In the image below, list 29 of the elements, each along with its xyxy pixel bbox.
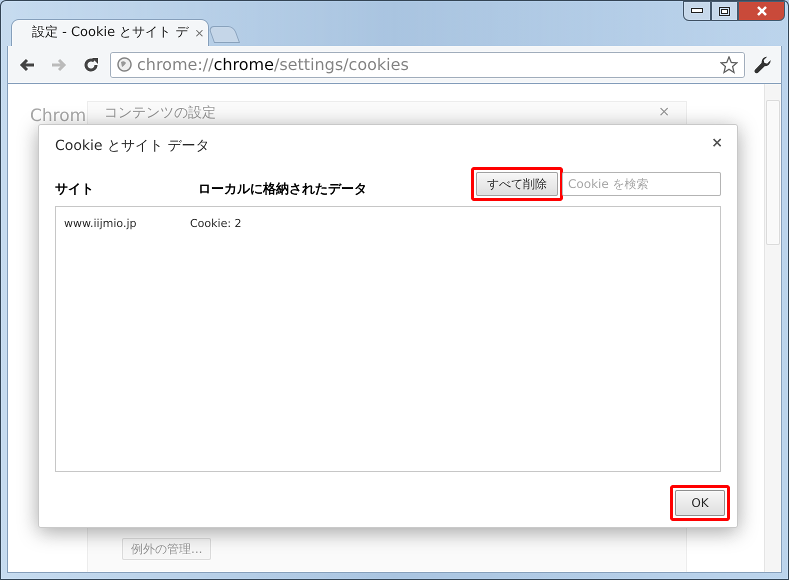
tab-close-icon[interactable]: × (194, 24, 204, 42)
wrench-icon (754, 56, 772, 74)
close-button[interactable]: × (711, 136, 723, 150)
column-header: ローカルに格納されたデータ (198, 181, 367, 199)
reload-icon (83, 56, 99, 72)
globe-icon (117, 57, 132, 72)
address-bar[interactable]: chrome://chrome/settings/cookies (110, 52, 745, 78)
minimize-button[interactable] (683, 1, 711, 21)
close-icon (756, 6, 768, 16)
scrollbar-thumb[interactable] (766, 100, 780, 245)
bookmark-star-icon[interactable] (720, 56, 738, 74)
page-heading: Chrom (30, 105, 86, 128)
column-header: サイト (55, 181, 94, 199)
forward-arrow-icon (51, 58, 67, 72)
dialog-title: Cookie とサイト データ (55, 137, 210, 156)
tab-title: 設定 - Cookie とサイト デ (32, 24, 188, 42)
maximize-icon (719, 6, 730, 16)
back-arrow-icon (19, 58, 35, 72)
panel-title: コンテンツの設定 (104, 104, 216, 123)
search-field[interactable]: Cookie を検索 (562, 172, 721, 196)
remove-all-button[interactable]: すべて削除 (476, 172, 558, 196)
close-button[interactable] (738, 1, 785, 21)
url-text: chrome://chrome/settings/cookies (137, 54, 409, 76)
maximize-button[interactable] (711, 1, 738, 21)
ok-button[interactable]: OK (675, 490, 725, 516)
data-cell-text: Cookie: 2 (190, 216, 242, 232)
browser-tab[interactable]: 設定 - Cookie とサイト デ × (11, 19, 209, 46)
site-cell[interactable]: www.iijmio.jp (56, 216, 190, 232)
minimize-icon (691, 8, 703, 14)
